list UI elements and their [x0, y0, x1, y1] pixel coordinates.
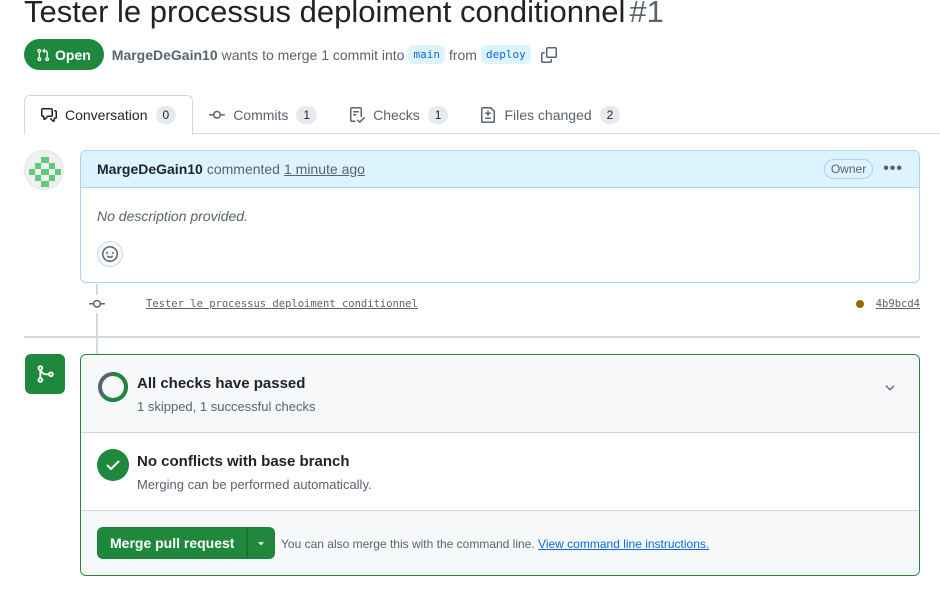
conflicts-section: No conflicts with base branch Merging ca…	[81, 433, 919, 511]
conflicts-subtitle: Merging can be performed automatically.	[137, 477, 372, 492]
timeline-commit: Tester le processus deploiment condition…	[88, 295, 920, 313]
merge-pull-request-button[interactable]: Merge pull request	[97, 527, 248, 559]
identicon-icon	[25, 151, 63, 189]
tab-checks[interactable]: Checks 1	[333, 95, 464, 134]
conflicts-title: No conflicts with base branch	[137, 453, 350, 470]
tab-conversation-label: Conversation	[65, 107, 148, 123]
state-badge: Open	[24, 39, 104, 70]
tab-checks-label: Checks	[373, 106, 420, 123]
comment-body: No description provided.	[97, 208, 248, 224]
merge-button-group: Merge pull request	[97, 527, 276, 559]
checks-subtitle: 1 skipped, 1 successful checks	[137, 399, 316, 414]
commit-message-link[interactable]: Tester le processus deploiment condition…	[146, 298, 418, 310]
smiley-icon	[102, 246, 118, 262]
merge-text-2: from	[448, 46, 477, 63]
comment-options-button[interactable]: •••	[883, 160, 903, 178]
pr-tabs: Conversation 0 Commits 1 Checks 1 Files …	[24, 95, 940, 135]
tab-commits[interactable]: Commits 1	[193, 95, 333, 134]
command-line-hint: You can also merge this with the command…	[281, 537, 709, 551]
git-commit-icon	[89, 299, 105, 308]
merge-method-dropdown-button[interactable]	[247, 527, 276, 559]
command-line-hint-text: You can also merge this with the command…	[281, 537, 535, 551]
checks-section[interactable]: All checks have passed 1 skipped, 1 succ…	[81, 355, 919, 433]
comment-action: commented	[206, 161, 280, 177]
comment-author-link[interactable]: MargeDeGain10	[97, 161, 203, 177]
file-diff-icon	[481, 106, 496, 123]
comment-timestamp-link[interactable]: 1 minute ago	[284, 161, 365, 177]
commit-sha-link[interactable]: 4b9bcd4	[876, 298, 920, 310]
comment-box: MargeDeGain10 commented 1 minute ago Own…	[80, 150, 920, 283]
chevron-down-icon	[885, 385, 895, 391]
copy-icon	[540, 46, 557, 63]
tab-commits-count: 1	[296, 105, 318, 124]
commit-status-dot[interactable]	[856, 300, 864, 308]
state-label: Open	[55, 46, 91, 63]
pr-number: #1	[629, 0, 664, 29]
tab-files-changed-count: 2	[599, 105, 621, 124]
merge-text-1: wants to merge 1 commit into	[221, 46, 405, 63]
git-merge-icon	[37, 365, 54, 383]
merge-actions: Merge pull request You can also merge th…	[81, 511, 919, 575]
copy-branch-button[interactable]	[540, 46, 557, 63]
merge-status-icon	[25, 354, 65, 394]
checks-title: All checks have passed	[137, 375, 306, 392]
comment-header: MargeDeGain10 commented 1 minute ago Own…	[81, 151, 919, 188]
avatar[interactable]	[24, 150, 64, 190]
owner-badge: Owner	[823, 159, 874, 179]
add-reaction-button[interactable]	[97, 241, 123, 267]
checklist-icon	[350, 106, 366, 123]
tab-files-changed[interactable]: Files changed 2	[464, 95, 636, 134]
check-circle-icon	[97, 449, 129, 481]
head-branch[interactable]: deploy	[480, 45, 531, 64]
merge-box: All checks have passed 1 skipped, 1 succ…	[80, 354, 920, 576]
pr-title-text: Tester le processus deploiment condition…	[24, 0, 626, 29]
command-line-instructions-link[interactable]: View command line instructions.	[538, 537, 709, 551]
tab-commits-label: Commits	[233, 106, 289, 123]
comment-discussion-icon	[41, 108, 57, 122]
commit-node	[88, 295, 106, 313]
timeline-divider	[24, 336, 920, 338]
base-branch[interactable]: main	[408, 45, 445, 64]
triangle-down-icon	[258, 542, 265, 546]
pr-meta: Open MargeDeGain10 wants to merge 1 comm…	[24, 39, 557, 70]
pr-author-link[interactable]: MargeDeGain10	[112, 47, 218, 63]
checks-ring-icon	[98, 372, 128, 402]
tab-files-changed-label: Files changed	[504, 106, 592, 123]
tab-conversation-count: 0	[155, 106, 177, 124]
git-commit-icon	[209, 110, 226, 119]
pr-title: Tester le processus deploiment condition…	[24, 0, 664, 30]
tab-conversation[interactable]: Conversation 0	[24, 95, 194, 135]
git-pull-request-icon	[37, 48, 50, 61]
tab-checks-count: 1	[427, 105, 449, 124]
